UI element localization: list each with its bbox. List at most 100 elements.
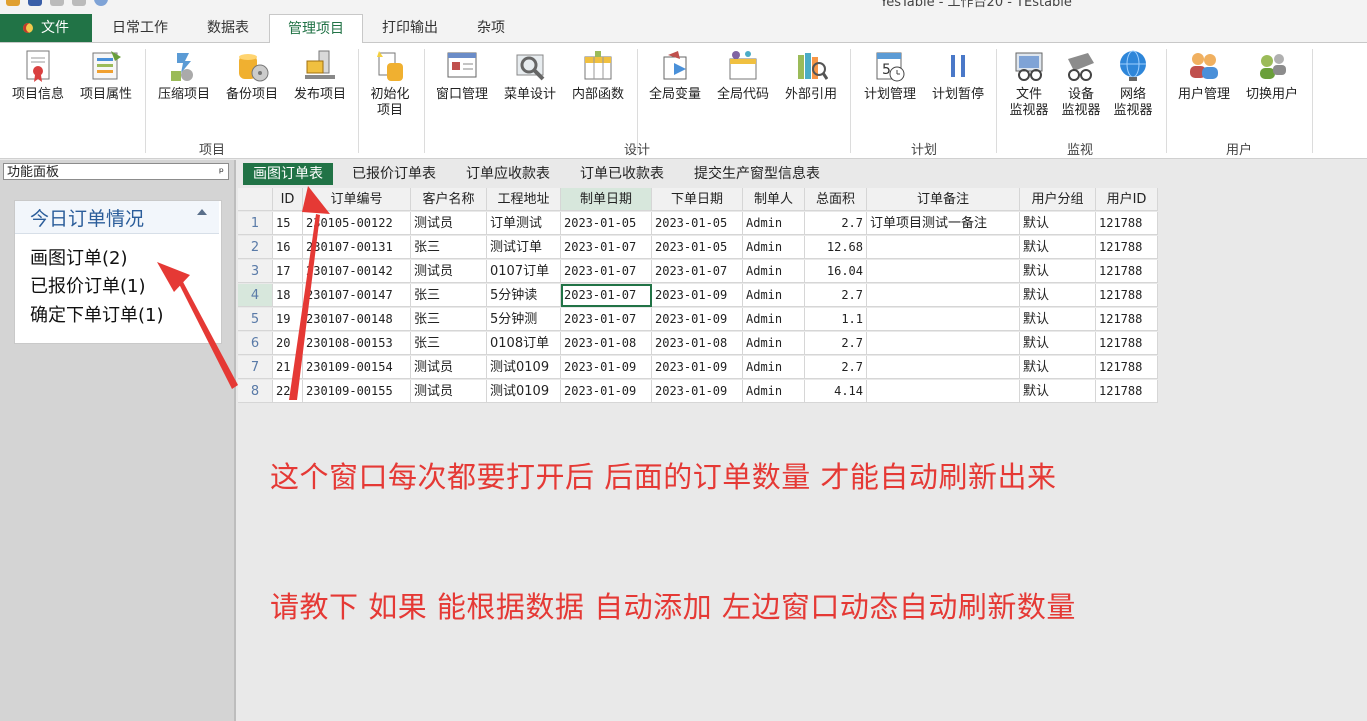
table-cell[interactable]: Admin bbox=[743, 380, 805, 403]
table-cell[interactable]: 2023-01-07 bbox=[561, 260, 652, 283]
table-cell[interactable]: 2023-01-09 bbox=[652, 380, 743, 403]
table-cell[interactable]: 2023-01-09 bbox=[652, 284, 743, 307]
table-cell[interactable]: 默认 bbox=[1020, 212, 1096, 235]
table-cell[interactable]: 121788 bbox=[1096, 260, 1158, 283]
table-cell[interactable]: 21 bbox=[273, 356, 303, 379]
table-cell[interactable]: 订单项目测试一备注 bbox=[867, 212, 1020, 235]
table-cell[interactable]: 默认 bbox=[1020, 332, 1096, 355]
table-cell[interactable]: Admin bbox=[743, 308, 805, 331]
tab-order-receivables[interactable]: 订单应收款表 bbox=[466, 163, 550, 185]
tab-quoted-orders[interactable]: 已报价订单表 bbox=[352, 163, 436, 185]
table-cell[interactable]: 默认 bbox=[1020, 260, 1096, 283]
row-number[interactable]: 1 bbox=[238, 212, 273, 235]
table-cell[interactable]: 22 bbox=[273, 380, 303, 403]
compress-project-button[interactable]: 压缩项目 bbox=[152, 49, 216, 103]
table-cell[interactable]: 19 bbox=[273, 308, 303, 331]
table-cell[interactable]: 2.7 bbox=[805, 332, 867, 355]
table-cell[interactable]: 2023-01-09 bbox=[652, 308, 743, 331]
tab-production-window-info[interactable]: 提交生产窗型信息表 bbox=[694, 163, 820, 185]
table-cell[interactable]: 121788 bbox=[1096, 308, 1158, 331]
table-cell[interactable]: 2023-01-07 bbox=[561, 236, 652, 259]
table-cell[interactable]: 2023-01-07 bbox=[561, 284, 652, 307]
switch-user-button[interactable]: 切换用户 bbox=[1240, 49, 1304, 103]
redo-icon[interactable] bbox=[72, 0, 86, 6]
pin-icon[interactable]: ᵖ bbox=[219, 164, 224, 181]
user-manage-button[interactable]: 用户管理 bbox=[1172, 49, 1236, 103]
undo-icon[interactable] bbox=[50, 0, 64, 6]
help-icon[interactable] bbox=[94, 0, 108, 6]
file-menu[interactable]: 文件 bbox=[0, 14, 92, 42]
table-cell[interactable]: 4.14 bbox=[805, 380, 867, 403]
table-cell[interactable]: 230109-00154 bbox=[303, 356, 411, 379]
plan-pause-button[interactable]: 计划暂停 bbox=[926, 49, 990, 103]
table-cell[interactable]: 0108订单 bbox=[487, 332, 561, 355]
global-code-button[interactable]: 全局代码 bbox=[711, 49, 775, 103]
table-cell[interactable]: 121788 bbox=[1096, 284, 1158, 307]
menu-design-button[interactable]: 菜单设计 bbox=[498, 49, 562, 103]
column-header[interactable]: 下单日期 bbox=[652, 188, 743, 211]
table-cell[interactable]: 17 bbox=[273, 260, 303, 283]
table-cell[interactable]: 测试0109 bbox=[487, 380, 561, 403]
table-cell[interactable]: 15 bbox=[273, 212, 303, 235]
table-cell[interactable]: 5分钟读 bbox=[487, 284, 561, 307]
table-cell[interactable]: 2023-01-05 bbox=[561, 212, 652, 235]
table-cell[interactable]: 默认 bbox=[1020, 380, 1096, 403]
table-cell[interactable]: 测试员 bbox=[411, 380, 487, 403]
table-cell[interactable]: 默认 bbox=[1020, 356, 1096, 379]
table-cell[interactable]: 默认 bbox=[1020, 284, 1096, 307]
table-cell[interactable]: 2023-01-08 bbox=[561, 332, 652, 355]
backup-project-button[interactable]: 备份项目 bbox=[220, 49, 284, 103]
table-cell[interactable]: 默认 bbox=[1020, 308, 1096, 331]
row-number[interactable]: 8 bbox=[238, 380, 273, 403]
table-cell[interactable]: 默认 bbox=[1020, 236, 1096, 259]
table-cell[interactable]: Admin bbox=[743, 284, 805, 307]
table-row[interactable]: 1 15 230105-00122 测试员 订单测试 2023-01-05 2023-01-… bbox=[238, 212, 1158, 235]
table-cell[interactable] bbox=[867, 308, 1020, 331]
internal-function-button[interactable]: 内部函数 bbox=[566, 49, 630, 103]
table-cell[interactable]: 测试员 bbox=[411, 356, 487, 379]
table-cell[interactable]: 230107-00131 bbox=[303, 236, 411, 259]
table-cell[interactable]: 2023-01-07 bbox=[652, 260, 743, 283]
table-cell[interactable]: 1.1 bbox=[805, 308, 867, 331]
table-cell[interactable]: 测试员 bbox=[411, 260, 487, 283]
table-cell[interactable]: 230107-00147 bbox=[303, 284, 411, 307]
tab-order-received[interactable]: 订单已收款表 bbox=[580, 163, 664, 185]
row-number[interactable]: 2 bbox=[238, 236, 273, 259]
tab-data-tables[interactable]: 数据表 bbox=[188, 14, 268, 42]
tab-manage-project[interactable]: 管理项目 bbox=[269, 14, 363, 44]
row-number[interactable]: 4 bbox=[238, 284, 273, 307]
table-cell[interactable]: 16.04 bbox=[805, 260, 867, 283]
project-properties-button[interactable]: 项目属性 bbox=[74, 49, 138, 103]
tab-daily-work[interactable]: 日常工作 bbox=[96, 14, 184, 42]
file-monitor-button[interactable]: 文件 监视器 bbox=[1003, 49, 1055, 119]
column-header[interactable]: ID bbox=[273, 188, 303, 211]
table-cell[interactable]: 0107订单 bbox=[487, 260, 561, 283]
column-header[interactable]: 制单日期 bbox=[561, 188, 652, 211]
table-row[interactable]: 8 22 230109-00155 测试员 测试0109 2023-01-09 2023-0… bbox=[238, 380, 1158, 403]
row-number[interactable]: 7 bbox=[238, 356, 273, 379]
table-cell[interactable]: 121788 bbox=[1096, 212, 1158, 235]
table-cell[interactable]: 2023-01-07 bbox=[561, 308, 652, 331]
column-header[interactable]: 制单人 bbox=[743, 188, 805, 211]
init-project-button[interactable]: 初始化 项目 bbox=[362, 49, 418, 119]
table-cell[interactable]: 2.7 bbox=[805, 212, 867, 235]
table-cell[interactable]: 2023-01-08 bbox=[652, 332, 743, 355]
table-cell[interactable]: 230108-00153 bbox=[303, 332, 411, 355]
network-monitor-button[interactable]: 网络 监视器 bbox=[1107, 49, 1159, 119]
table-cell[interactable] bbox=[867, 380, 1020, 403]
card-item-drawing-orders[interactable]: 画图订单(2) bbox=[30, 244, 128, 270]
table-cell[interactable] bbox=[867, 284, 1020, 307]
column-header[interactable]: 用户ID bbox=[1096, 188, 1158, 211]
table-cell[interactable] bbox=[867, 356, 1020, 379]
save-icon[interactable] bbox=[28, 0, 42, 6]
table-cell[interactable]: 20 bbox=[273, 332, 303, 355]
table-cell[interactable]: 12.68 bbox=[805, 236, 867, 259]
table-cell[interactable]: 2023-01-05 bbox=[652, 236, 743, 259]
tab-drawing-orders[interactable]: 画图订单表 bbox=[243, 163, 333, 185]
column-header[interactable]: 订单编号 bbox=[303, 188, 411, 211]
table-cell[interactable] bbox=[867, 332, 1020, 355]
table-cell[interactable]: 230109-00155 bbox=[303, 380, 411, 403]
table-cell[interactable]: 订单测试 bbox=[487, 212, 561, 235]
table-cell[interactable]: 121788 bbox=[1096, 356, 1158, 379]
table-cell[interactable]: Admin bbox=[743, 212, 805, 235]
